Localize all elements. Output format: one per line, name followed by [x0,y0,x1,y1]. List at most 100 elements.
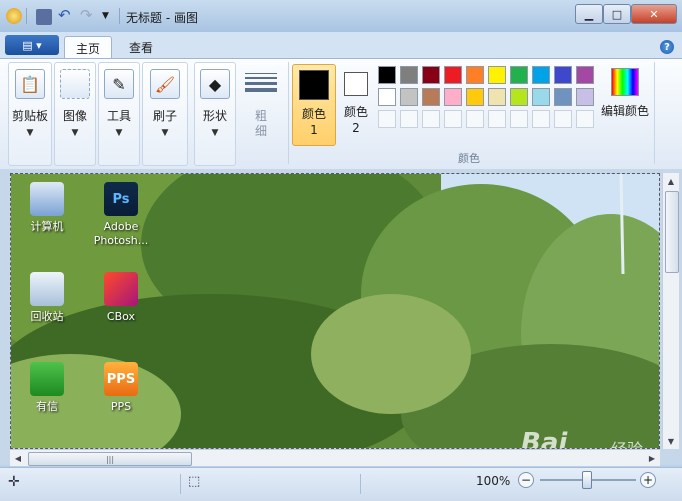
computer-icon [30,182,64,216]
custom-color-slot[interactable] [532,110,550,128]
clipboard-button[interactable]: 📋 剪贴板 ▼ [8,62,52,166]
paint-menu-button[interactable]: ▤ ▾ [5,35,59,55]
desktop-shortcut[interactable]: Ps Adobe Photosh... [89,182,153,248]
palette-swatch[interactable] [510,66,528,84]
tools-icon: ✎ [104,69,134,99]
edit-colors-button[interactable]: 编辑颜色 [600,66,650,119]
custom-color-slot[interactable] [554,110,572,128]
custom-color-slot[interactable] [422,110,440,128]
palette-swatch[interactable] [510,88,528,106]
tab-view[interactable]: 查看 [118,36,164,58]
zoom-out-button[interactable]: − [518,472,534,488]
custom-color-slot[interactable] [466,110,484,128]
paint-app-icon[interactable] [6,8,22,24]
palette-swatch[interactable] [554,88,572,106]
custom-color-slot[interactable] [378,110,396,128]
vertical-scroll-thumb[interactable] [665,191,679,273]
zoom-in-button[interactable]: + [640,472,656,488]
minimize-button[interactable]: ▁ [575,4,603,24]
scroll-down-icon[interactable]: ▼ [663,433,679,449]
desktop-shortcut[interactable]: PPS PPS [89,362,153,414]
image-button[interactable]: 图像 ▼ [54,62,96,166]
palette-swatch[interactable] [466,66,484,84]
custom-color-slot[interactable] [444,110,462,128]
scroll-up-icon[interactable]: ▲ [663,173,679,189]
palette-swatch[interactable] [378,66,396,84]
youxin-icon [30,362,64,396]
save-icon[interactable] [36,9,52,25]
clipboard-label: 剪贴板 [11,109,48,123]
shapes-button[interactable]: ◆ 形状 ▼ [194,62,236,166]
palette-swatch[interactable] [400,66,418,84]
desktop-shortcut-label: Adobe Photosh... [93,220,149,247]
clipboard-icon: 📋 [15,69,45,99]
palette-swatch[interactable] [466,88,484,106]
help-icon[interactable]: ? [660,40,674,54]
image-canvas[interactable]: 计算机 Ps Adobe Photosh... 回收站 CBox 有信 PPS PPS Bai… [10,173,660,449]
horizontal-scrollbar[interactable]: ◀ ||| ▶ [10,449,660,466]
desktop-shortcut[interactable]: 回收站 [15,272,79,324]
desktop-shortcut-label: 有信 [36,400,58,413]
undo-icon[interactable]: ↶ [58,6,74,24]
color1-button[interactable]: 颜色 1 [292,64,336,146]
customize-quick-access-icon[interactable]: ▼ [102,11,118,27]
chevron-down-icon: ▼ [161,128,169,138]
palette-swatch[interactable] [444,88,462,106]
redo-icon[interactable]: ↷ [80,6,96,24]
zoom-level: 100% [476,474,511,488]
menu-icon: ▤ ▾ [22,38,42,52]
shapes-label: 形状 [202,109,227,123]
photoshop-icon: Ps [104,182,138,216]
size-button[interactable]: 粗细 [240,66,282,139]
palette-swatch[interactable] [554,66,572,84]
horizontal-scroll-thumb[interactable]: ||| [28,452,192,466]
desktop-shortcut[interactable]: 有信 [15,362,79,414]
palette-swatch[interactable] [422,66,440,84]
watermark-sub: 经验 [611,436,643,448]
color2-button[interactable]: 颜色 2 [338,64,374,144]
custom-color-slot[interactable] [400,110,418,128]
line-width-icon [245,70,277,95]
close-button[interactable]: ✕ [631,4,677,24]
custom-color-slot[interactable] [510,110,528,128]
desktop-shortcut-label: PPS [110,400,132,413]
palette-swatch[interactable] [532,66,550,84]
shapes-icon: ◆ [200,69,230,99]
desktop-icons: 计算机 Ps Adobe Photosh... 回收站 CBox 有信 PPS PPS [11,174,659,448]
palette-swatch[interactable] [488,88,506,106]
title-bar: ↶ ↷ ▼ 无标题 - 画图 ▁ □ ✕ [0,0,682,33]
color2-label: 颜色 2 [343,105,368,135]
scroll-left-icon[interactable]: ◀ [10,450,26,466]
color2-swatch [344,72,368,96]
palette-swatch[interactable] [576,66,594,84]
desktop-shortcut-label: 计算机 [30,220,64,233]
palette-swatch[interactable] [422,88,440,106]
chevron-down-icon: ▼ [211,128,219,138]
select-icon [60,69,90,99]
palette-swatch[interactable] [444,66,462,84]
palette-swatch[interactable] [488,66,506,84]
palette-swatch[interactable] [532,88,550,106]
brush-icon: 🖌 [150,69,180,99]
palette-swatch[interactable] [576,88,594,106]
chevron-down-icon: ▼ [71,128,79,138]
tools-label: 工具 [106,109,131,123]
zoom-slider-thumb[interactable] [582,471,592,489]
chevron-down-icon: ▼ [26,128,34,138]
desktop-shortcut[interactable]: CBox [89,272,153,324]
separator [180,474,181,494]
scroll-right-icon[interactable]: ▶ [644,450,660,466]
custom-color-slot[interactable] [488,110,506,128]
tools-button[interactable]: ✎ 工具 ▼ [98,62,140,166]
maximize-icon: □ [611,7,623,21]
palette-swatch[interactable] [400,88,418,106]
brushes-button[interactable]: 🖌 刷子 ▼ [142,62,188,166]
separator [360,474,361,494]
maximize-button[interactable]: □ [603,4,631,24]
custom-color-slot[interactable] [576,110,594,128]
desktop-shortcut[interactable]: 计算机 [15,182,79,234]
color1-label: 颜色 1 [301,107,326,137]
palette-swatch[interactable] [378,88,396,106]
vertical-scrollbar[interactable]: ▲ ▼ [662,173,679,449]
tab-home[interactable]: 主页 [64,36,112,59]
